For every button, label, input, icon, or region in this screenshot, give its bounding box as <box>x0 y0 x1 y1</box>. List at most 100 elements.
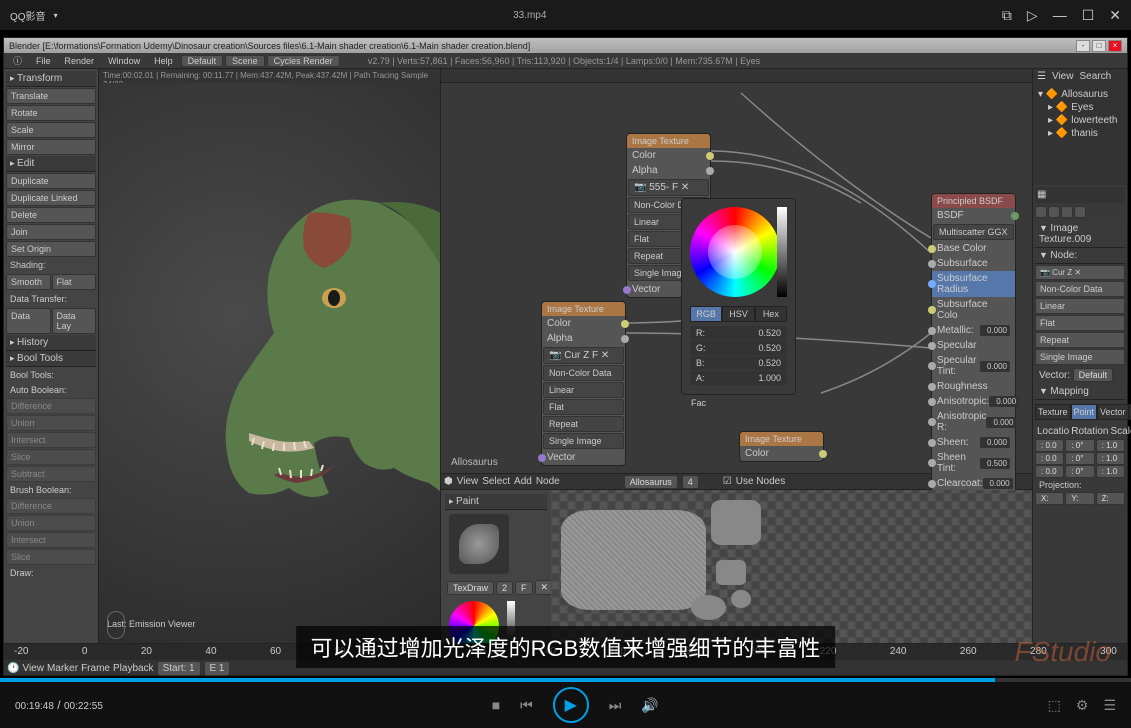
z-axis[interactable]: Z: <box>1096 492 1125 505</box>
union2-button[interactable]: Union <box>6 515 96 531</box>
y-axis[interactable]: Y: <box>1065 492 1094 505</box>
3d-viewport[interactable]: Time:00:02.01 | Remaining: 00:11.77 | Me… <box>99 69 441 675</box>
node-icon[interactable]: ⬢ <box>444 476 453 487</box>
img-tex-header[interactable]: ▼ Image Texture.009 <box>1035 221 1125 248</box>
tl-playback[interactable]: Playback <box>113 663 154 674</box>
source-field[interactable]: Single Image <box>1035 349 1125 365</box>
node-header[interactable]: ▼ Node: <box>1035 248 1125 264</box>
scale-button[interactable]: Scale <box>6 122 96 138</box>
outliner-icon[interactable]: ☰ <box>1037 71 1046 83</box>
nf-view[interactable]: View <box>457 476 479 487</box>
intersect2-button[interactable]: Intersect <box>6 532 96 548</box>
join-button[interactable]: Join <box>6 224 96 240</box>
rotate-button[interactable]: Rotate <box>6 105 96 121</box>
translate-button[interactable]: Translate <box>6 88 96 104</box>
g-input[interactable]: G:0.520 <box>690 341 787 355</box>
fake-user-button[interactable]: F <box>515 581 533 595</box>
play-button[interactable]: ▶ <box>553 687 589 723</box>
ext-dropdown[interactable]: Repeat <box>543 416 624 432</box>
tab-render[interactable] <box>1035 206 1047 218</box>
volume-button[interactable]: 🔊 <box>641 697 658 714</box>
menu-render[interactable]: Render <box>59 56 101 66</box>
edit-header[interactable]: ▸ Edit <box>6 156 96 172</box>
subtract-button[interactable]: Subtract <box>6 466 96 482</box>
menu-window[interactable]: Window <box>102 56 146 66</box>
use-nodes-checkbox[interactable]: Use Nodes <box>736 476 785 487</box>
proj-dropdown[interactable]: Flat <box>543 399 624 415</box>
history-header[interactable]: ▸ History <box>6 335 96 351</box>
maximize-icon[interactable]: ☐ <box>1082 7 1095 24</box>
win-close-icon[interactable]: × <box>1108 40 1122 52</box>
outliner-item[interactable]: ▸ 🔶 Eyes <box>1036 101 1124 114</box>
stop-button[interactable]: ■ <box>492 697 500 713</box>
hex-tab[interactable]: Hex <box>755 306 787 322</box>
data-lay-button[interactable]: Data Lay <box>52 308 97 334</box>
nf-add[interactable]: Add <box>514 476 532 487</box>
node-title[interactable]: Image Texture <box>740 432 823 446</box>
tex-tab[interactable]: Texture <box>1035 404 1071 420</box>
image-texture-node-3[interactable]: Image Texture Color <box>739 431 824 462</box>
outliner[interactable]: ▾ 🔶 Allosaurus ▸ 🔶 Eyes ▸ 🔶 lowerteeth ▸… <box>1033 85 1127 185</box>
node-title[interactable]: Principled BSDF <box>932 194 1015 208</box>
intersect-button[interactable]: Intersect <box>6 432 96 448</box>
settings-icon[interactable]: ⚙ <box>1076 697 1089 714</box>
mirror-button[interactable]: Mirror <box>6 139 96 155</box>
color-wheel[interactable] <box>690 207 780 297</box>
tl-frame[interactable]: Frame <box>81 663 110 674</box>
node-editor[interactable]: Image Texture Color Alpha 📷 555- F ✕ Non… <box>441 69 1032 675</box>
users[interactable]: 2 <box>496 581 513 595</box>
outliner-item[interactable]: ▸ 🔶 lowerteeth <box>1036 114 1124 127</box>
prev-button[interactable]: ⏮ <box>520 697 533 714</box>
dropdown-icon[interactable]: ▾ <box>54 11 58 20</box>
scene-dropdown[interactable]: Scene <box>225 55 265 67</box>
colorspace-dropdown[interactable]: Non-Color Data <box>543 365 624 381</box>
pip-icon[interactable]: ⧉ <box>1002 7 1012 24</box>
layout-dropdown[interactable]: Default <box>181 55 224 67</box>
next-button[interactable]: ⏭ <box>609 697 622 714</box>
users-count[interactable]: 4 <box>682 475 699 489</box>
pin-icon[interactable]: ▷ <box>1027 7 1038 24</box>
nf-node[interactable]: Node <box>536 476 560 487</box>
set-origin-button[interactable]: Set Origin <box>6 241 96 257</box>
mapping-header[interactable]: ▼ Mapping <box>1035 384 1125 400</box>
start-field[interactable]: Start: 1 <box>157 661 201 676</box>
delete-button[interactable]: Delete <box>6 207 96 223</box>
data-button[interactable]: Data <box>6 308 51 334</box>
brush-preview[interactable] <box>449 514 509 574</box>
props-icon[interactable]: ▦ <box>1037 189 1046 201</box>
duplicate-linked-button[interactable]: Duplicate Linked <box>6 190 96 206</box>
point-tab[interactable]: Point <box>1071 404 1098 420</box>
paint-header[interactable]: ▸ Paint <box>445 494 547 510</box>
minimize-icon[interactable]: — <box>1053 7 1067 24</box>
r-input[interactable]: R:0.520 <box>690 326 787 340</box>
win-max-icon[interactable]: □ <box>1092 40 1106 52</box>
outliner-item[interactable]: ▾ 🔶 Allosaurus <box>1036 88 1124 101</box>
win-min-icon[interactable]: - <box>1076 40 1090 52</box>
flat-button[interactable]: Flat <box>52 274 97 290</box>
bool-tools-header[interactable]: ▸ Bool Tools <box>6 351 96 367</box>
source-dropdown[interactable]: Single Image <box>543 433 624 449</box>
value-slider[interactable] <box>777 207 787 297</box>
capture-icon[interactable]: ⬚ <box>1048 697 1061 714</box>
interp-dropdown[interactable]: Linear <box>543 382 624 398</box>
image-select[interactable]: 📷 Cur Z F ✕ <box>543 347 624 364</box>
image-texture-node-2[interactable]: Image Texture Color Alpha 📷 Cur Z F ✕ No… <box>541 301 626 466</box>
slice-button[interactable]: Slice <box>6 449 96 465</box>
outliner-item[interactable]: ▸ 🔶 thanis <box>1036 127 1124 140</box>
smooth-button[interactable]: Smooth <box>6 274 51 290</box>
transform-header[interactable]: ▸ Transform <box>6 71 96 87</box>
colorspace-field[interactable]: Non-Color Data <box>1035 281 1125 297</box>
tab-object[interactable] <box>1074 206 1086 218</box>
union-button[interactable]: Union <box>6 415 96 431</box>
texdraw-dropdown[interactable]: TexDraw <box>447 581 494 595</box>
nf-select[interactable]: Select <box>482 476 510 487</box>
tl-view[interactable]: View <box>22 663 44 674</box>
menu-help[interactable]: Help <box>148 56 179 66</box>
vector-tab[interactable]: Vector <box>1097 404 1129 420</box>
a-input[interactable]: A:1.000 <box>690 371 787 385</box>
rgb-tab[interactable]: RGB <box>690 306 722 322</box>
img-field[interactable]: 📷 Cur Z ✕ <box>1035 265 1125 280</box>
close-icon[interactable]: ✕ <box>1109 7 1121 24</box>
b-input[interactable]: B:0.520 <box>690 356 787 370</box>
duplicate-button[interactable]: Duplicate <box>6 173 96 189</box>
